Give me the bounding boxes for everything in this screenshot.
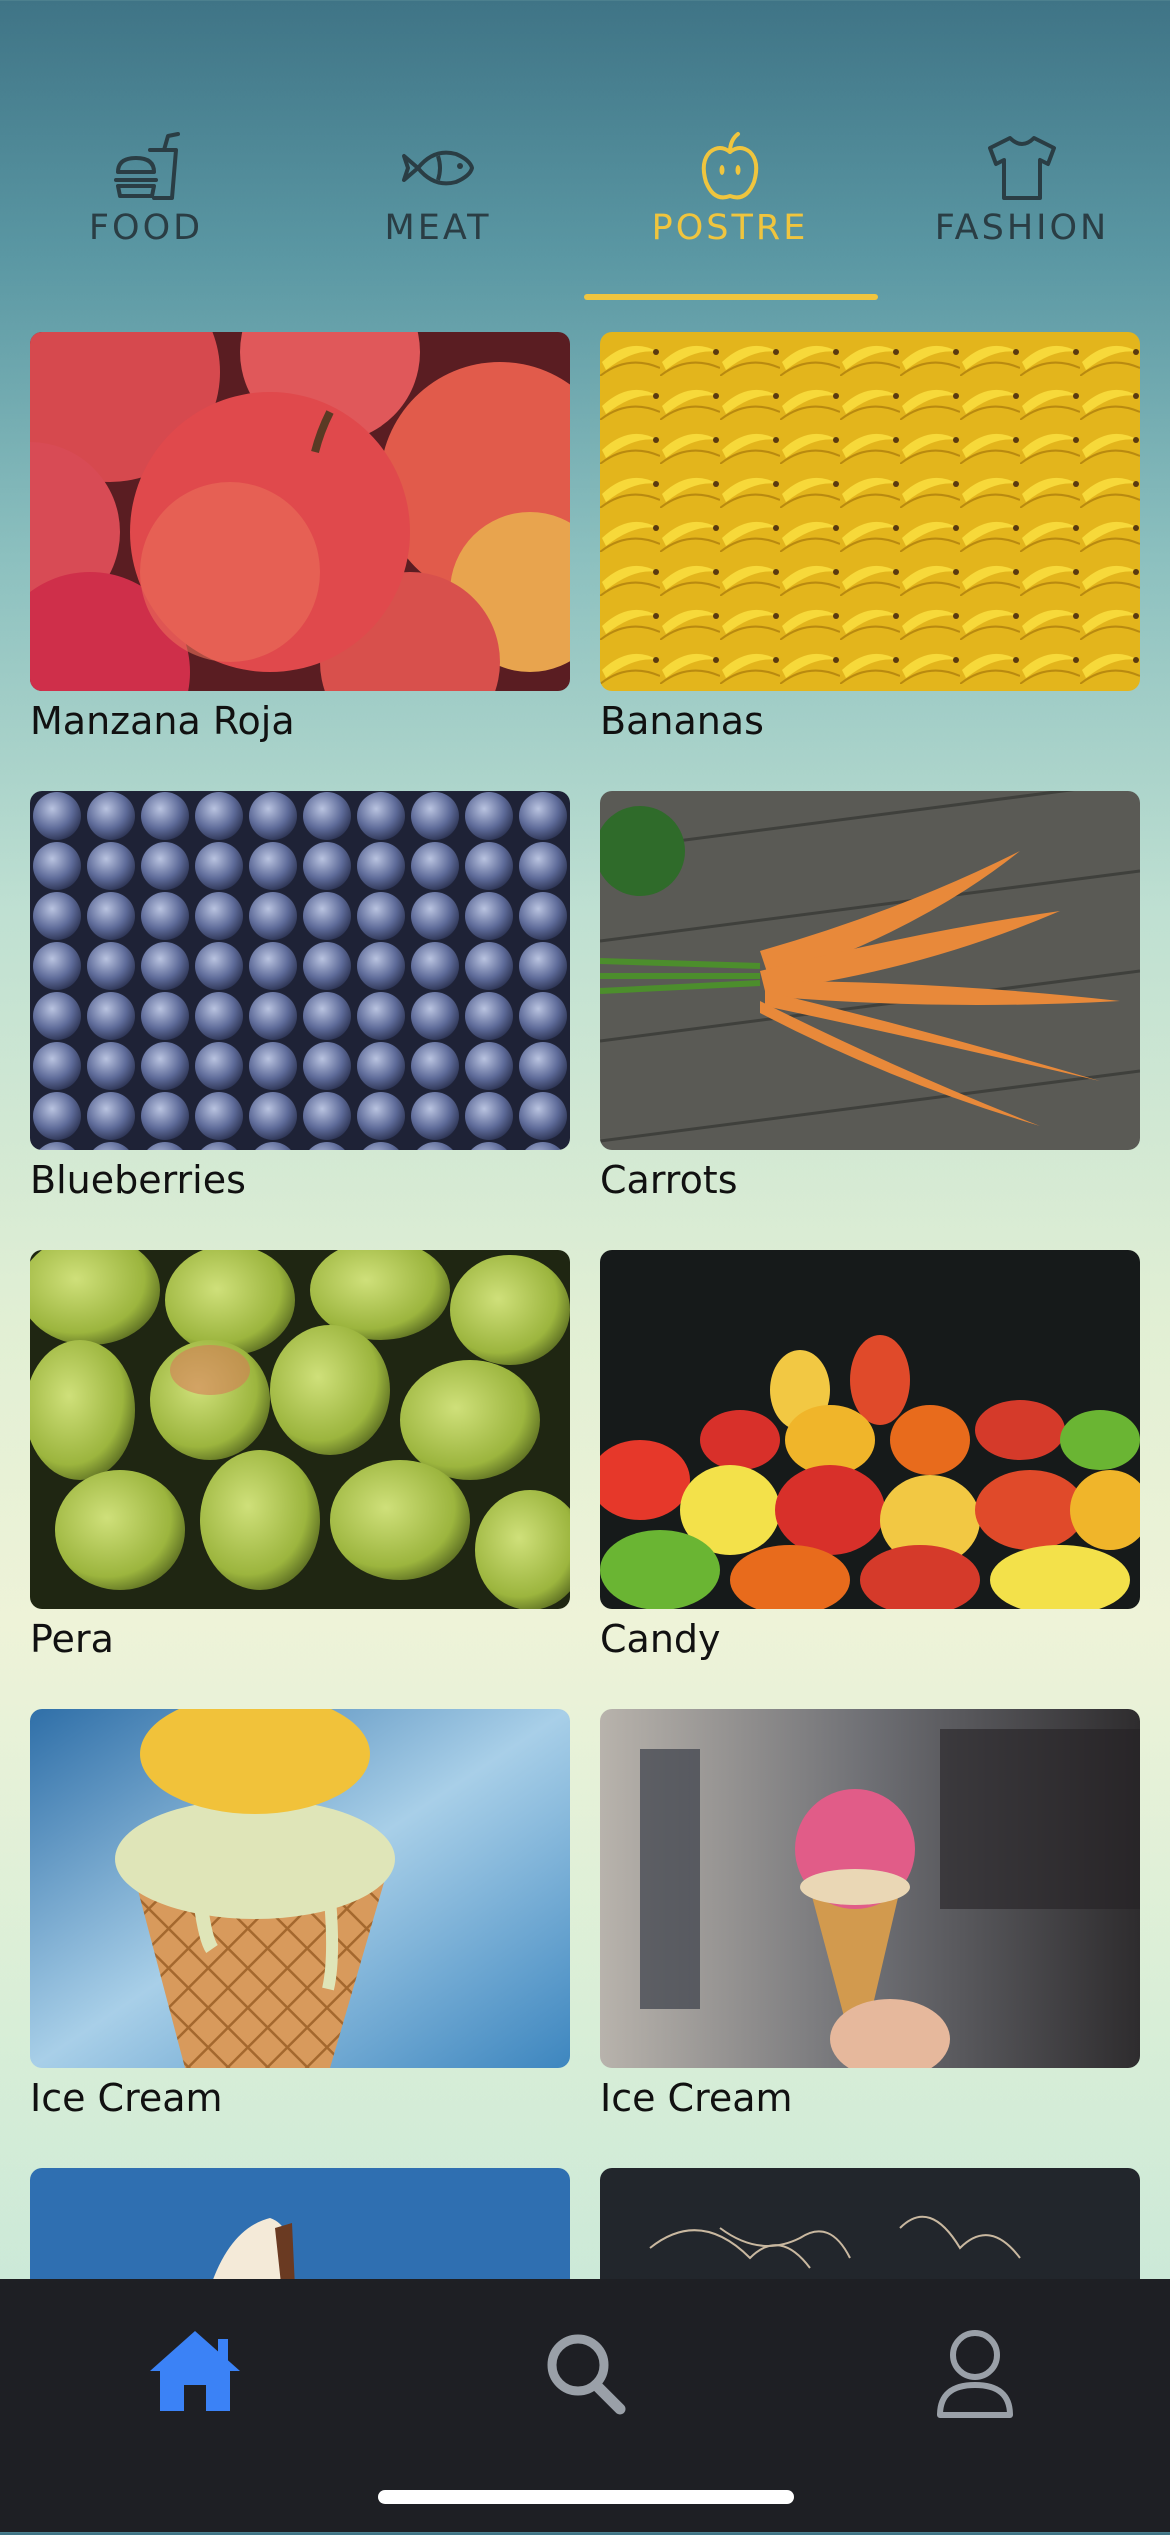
carrots-photo xyxy=(600,791,1140,1150)
product-card[interactable]: Bananas xyxy=(600,332,1140,743)
tab-fashion[interactable]: FASHION xyxy=(876,110,1168,300)
blueberries-photo xyxy=(30,791,570,1150)
profile-icon xyxy=(937,2330,1013,2418)
product-card[interactable]: Carrots xyxy=(600,791,1140,1202)
nav-profile[interactable] xyxy=(920,2319,1030,2429)
home-indicator xyxy=(378,2490,794,2504)
product-card[interactable]: Ice Cream xyxy=(30,1709,570,2120)
product-name: Manzana Roja xyxy=(30,699,295,743)
product-name: Candy xyxy=(600,1617,721,1661)
nav-home[interactable] xyxy=(140,2319,250,2429)
burger-drink-icon xyxy=(114,132,180,200)
nav-search[interactable] xyxy=(530,2319,640,2429)
category-tabs: FOOD MEAT POSTRE FASHION xyxy=(0,110,1170,300)
tab-meat[interactable]: MEAT xyxy=(292,110,584,300)
product-name: Blueberries xyxy=(30,1158,246,1202)
product-name: Ice Cream xyxy=(30,2076,223,2120)
product-name: Ice Cream xyxy=(600,2076,793,2120)
active-tab-indicator xyxy=(584,294,878,300)
tab-label: FOOD xyxy=(88,208,204,248)
ice-cream-cone-photo xyxy=(30,1709,570,2068)
tab-label: POSTRE xyxy=(651,208,809,248)
fish-icon xyxy=(402,150,474,186)
product-name: Pera xyxy=(30,1617,114,1661)
gummy-bears-photo xyxy=(600,1250,1140,1609)
pears-photo xyxy=(30,1250,570,1609)
tshirt-icon xyxy=(988,136,1056,200)
product-name: Carrots xyxy=(600,1158,738,1202)
product-card[interactable]: Blueberries xyxy=(30,791,570,1202)
tab-postre[interactable]: POSTRE xyxy=(584,110,876,300)
product-name: Bananas xyxy=(600,699,764,743)
tab-label: MEAT xyxy=(384,208,492,248)
bananas-photo xyxy=(600,332,1140,691)
product-card[interactable]: Ice Cream xyxy=(600,1709,1140,2120)
tab-food[interactable]: FOOD xyxy=(0,110,292,300)
product-card[interactable]: Manzana Roja xyxy=(30,332,570,743)
apple-icon xyxy=(701,132,759,200)
product-card[interactable]: Pera xyxy=(30,1250,570,1661)
home-icon xyxy=(150,2331,240,2411)
pink-ice-cream-photo xyxy=(600,1709,1140,2068)
tab-label: FASHION xyxy=(934,208,1110,248)
search-icon xyxy=(547,2334,626,2415)
product-card[interactable]: Candy xyxy=(600,1250,1140,1661)
red-apples-photo xyxy=(30,332,570,691)
